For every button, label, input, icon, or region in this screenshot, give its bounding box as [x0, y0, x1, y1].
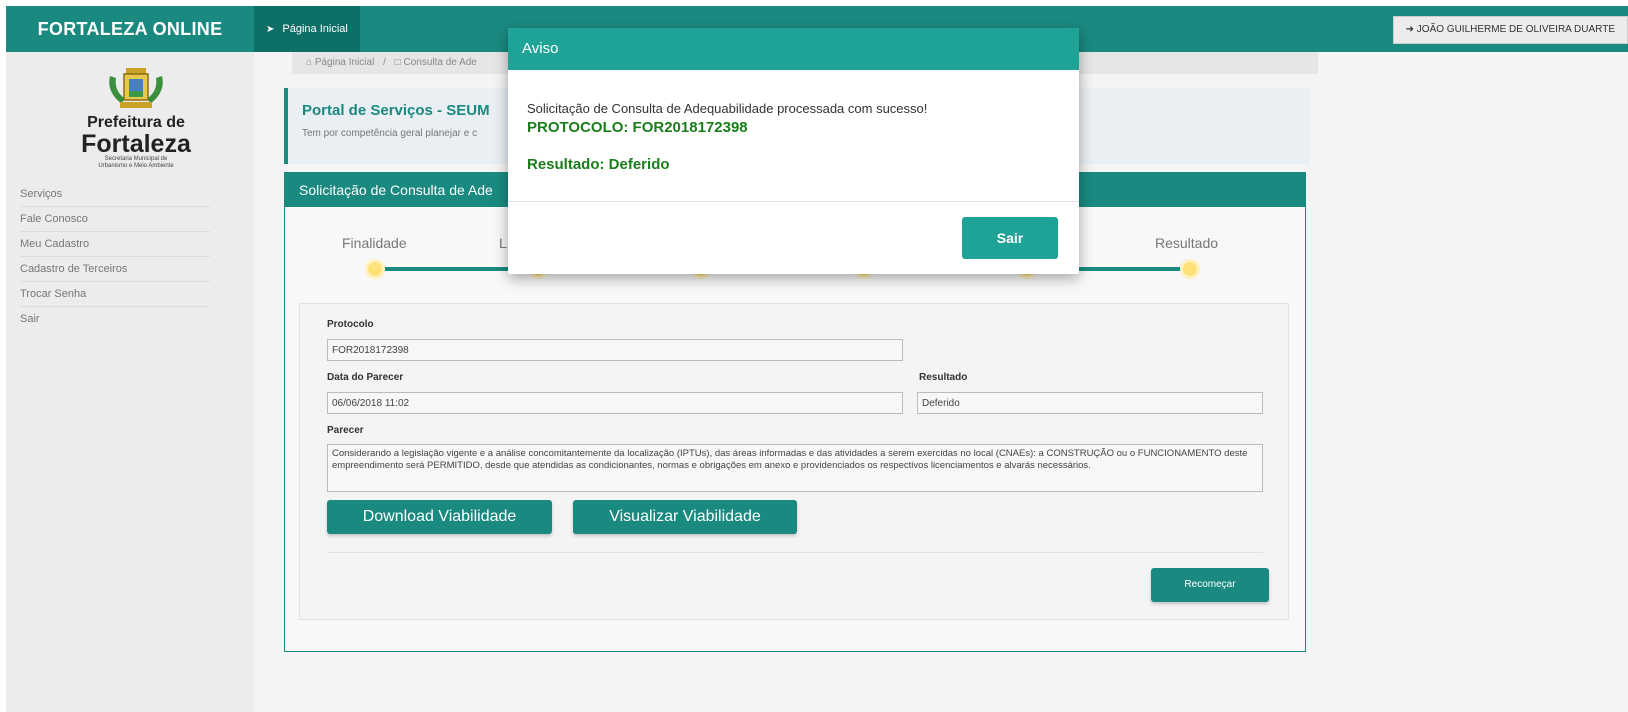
step-label-2: L: [499, 235, 507, 251]
modal-resultado: Resultado: Deferido: [527, 156, 670, 173]
sidebar-item-trocar-senha[interactable]: Trocar Senha: [20, 282, 210, 307]
user-button[interactable]: ➜ JOÃO GUILHERME DE OLIVEIRA DUARTE: [1392, 16, 1628, 44]
sair-button[interactable]: Sair: [962, 217, 1058, 259]
step-dot-6[interactable]: [1180, 259, 1200, 279]
sidebar-item-sair[interactable]: Sair: [20, 307, 210, 331]
aviso-modal: Aviso Solicitação de Consulta de Adequab…: [508, 28, 1079, 274]
parecer-label: Parecer: [327, 425, 364, 436]
parecer-textarea[interactable]: Considerando a legislação vigente e a an…: [327, 444, 1263, 492]
protocolo-label: Protocolo: [327, 319, 374, 330]
step-label-resultado: Resultado: [1155, 235, 1219, 251]
nav-home[interactable]: ➤ Página Inicial: [254, 6, 360, 52]
portal-description: Tem por competência geral planejar e c: [302, 128, 478, 139]
sidebar-item-fale-conosco[interactable]: Fale Conosco: [20, 207, 210, 232]
sidebar-item-cadastro-terceiros[interactable]: Cadastro de Terceiros: [20, 257, 210, 282]
prefeitura-logo[interactable]: Prefeitura de Fortaleza Secretaria Munic…: [61, 66, 211, 176]
sidebar-item-servicos[interactable]: Serviços: [20, 182, 210, 207]
portal-title: Portal de Serviços - SEUM: [302, 102, 490, 119]
sidebar-menu: Serviços Fale Conosco Meu Cadastro Cadas…: [20, 182, 210, 331]
data-parecer-field[interactable]: 06/06/2018 11:02: [327, 392, 903, 414]
modal-message: Solicitação de Consulta de Adequabilidad…: [527, 101, 928, 116]
modal-body: Solicitação de Consulta de Adequabilidad…: [508, 70, 1079, 202]
data-parecer-label: Data do Parecer: [327, 372, 404, 383]
breadcrumb-current: Consulta de Ade: [403, 57, 477, 68]
sidebar-item-meu-cadastro[interactable]: Meu Cadastro: [20, 232, 210, 257]
visualizar-viabilidade-button[interactable]: Visualizar Viabilidade: [573, 500, 797, 534]
resultado-label: Resultado: [919, 372, 968, 383]
user-name: JOÃO GUILHERME DE OLIVEIRA DUARTE: [1416, 24, 1615, 35]
download-viabilidade-button[interactable]: Download Viabilidade: [327, 500, 552, 534]
brand-title[interactable]: FORTALEZA ONLINE: [6, 6, 254, 52]
modal-title: Aviso: [508, 28, 1079, 70]
modal-protocolo: PROTOCOLO: FOR2018172398: [527, 119, 748, 136]
resultado-field[interactable]: Deferido: [917, 392, 1263, 414]
recomecar-button[interactable]: Recomeçar: [1151, 568, 1269, 602]
protocolo-field[interactable]: FOR2018172398: [327, 339, 903, 361]
result-form: Protocolo FOR2018172398 Data do Parecer …: [299, 303, 1289, 620]
crest-icon: [104, 66, 168, 112]
breadcrumb-home[interactable]: Página Inicial: [315, 57, 374, 68]
breadcrumb-separator: /: [383, 57, 386, 68]
location-arrow-icon: ➤: [266, 24, 275, 35]
home-icon: ⌂: [306, 57, 313, 68]
document-icon: □: [394, 57, 401, 68]
step-label-finalidade: Finalidade: [342, 235, 407, 251]
form-divider: [327, 552, 1263, 553]
logo-subtitle-line2: Urbanismo e Meio Ambiente: [98, 163, 174, 169]
nav-home-label: Página Inicial: [282, 23, 348, 35]
logo-title-line2: Fortaleza: [81, 130, 191, 158]
step-dot-1[interactable]: [365, 259, 385, 279]
sidebar: Prefeitura de Fortaleza Secretaria Munic…: [6, 52, 254, 712]
arrow-right-icon: ➜: [1405, 24, 1415, 35]
